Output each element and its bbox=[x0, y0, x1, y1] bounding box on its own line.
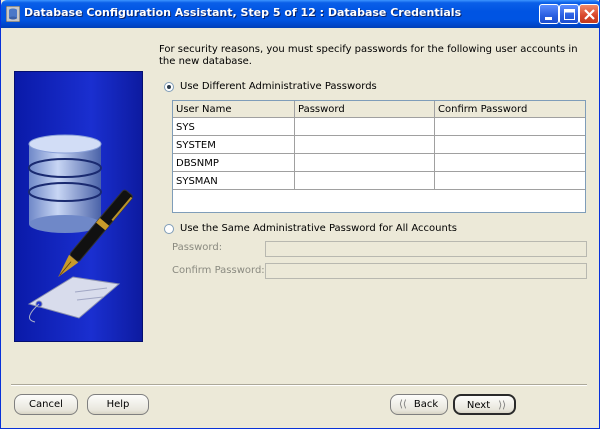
next-button[interactable]: Next ⟩⟩ bbox=[453, 394, 516, 415]
user-password-grid: User Name Password Confirm Password SYS … bbox=[172, 100, 586, 213]
help-button-label: Help bbox=[106, 399, 130, 410]
cell-user-name: SYSTEM bbox=[173, 136, 295, 153]
window-title: Database Configuration Assistant, Step 5… bbox=[24, 6, 462, 19]
confirm-password-label: Confirm Password: bbox=[172, 265, 265, 276]
radio-button-selected[interactable] bbox=[164, 81, 174, 92]
column-header-confirm-password[interactable]: Confirm Password bbox=[435, 101, 585, 117]
close-button[interactable] bbox=[579, 4, 599, 24]
cell-user-name: DBSNMP bbox=[173, 154, 295, 171]
title-bar[interactable]: Database Configuration Assistant, Step 5… bbox=[1, 0, 600, 28]
confirm-password-cell[interactable] bbox=[435, 154, 585, 171]
cell-user-name: SYSMAN bbox=[173, 172, 295, 189]
dialog-content: For security reasons, you must specify p… bbox=[1, 28, 599, 428]
password-cell[interactable] bbox=[295, 136, 435, 153]
column-header-password[interactable]: Password bbox=[295, 101, 435, 117]
confirm-password-cell[interactable] bbox=[435, 172, 585, 189]
password-field[interactable] bbox=[265, 241, 587, 257]
column-header-user-name[interactable]: User Name bbox=[173, 101, 295, 117]
confirm-password-cell[interactable] bbox=[435, 118, 585, 135]
table-row: DBSNMP bbox=[173, 154, 585, 172]
chevron-right-icon: ⟩⟩ bbox=[498, 400, 506, 411]
database-app-icon bbox=[6, 6, 20, 22]
cell-user-name: SYS bbox=[173, 118, 295, 135]
password-cell[interactable] bbox=[295, 154, 435, 171]
help-button[interactable]: Help bbox=[87, 394, 149, 415]
cancel-button[interactable]: Cancel bbox=[14, 394, 78, 415]
dialog-window: Database Configuration Assistant, Step 5… bbox=[0, 0, 600, 429]
database-pen-illustration bbox=[27, 134, 133, 323]
minimize-button[interactable] bbox=[539, 4, 559, 24]
next-button-label: Next bbox=[466, 400, 491, 411]
radio-different-passwords[interactable]: Use Different Administrative Passwords bbox=[164, 81, 377, 92]
radio-button-unselected[interactable] bbox=[164, 223, 174, 234]
maximize-button[interactable] bbox=[559, 4, 579, 24]
confirm-password-field[interactable] bbox=[265, 263, 587, 279]
back-button[interactable]: ⟨⟨ Back bbox=[390, 394, 448, 415]
table-row: SYSMAN bbox=[173, 172, 585, 190]
minimize-icon bbox=[545, 17, 552, 20]
table-row: SYSTEM bbox=[173, 136, 585, 154]
cancel-button-label: Cancel bbox=[29, 399, 63, 410]
confirm-password-cell[interactable] bbox=[435, 136, 585, 153]
grid-header: User Name Password Confirm Password bbox=[173, 101, 585, 118]
close-icon bbox=[584, 9, 595, 20]
intro-text: For security reasons, you must specify p… bbox=[159, 44, 578, 67]
maximize-icon bbox=[564, 9, 575, 20]
footer-separator bbox=[11, 384, 587, 386]
password-label: Password: bbox=[172, 242, 223, 253]
password-cell[interactable] bbox=[295, 172, 435, 189]
table-row: SYS bbox=[173, 118, 585, 136]
password-cell[interactable] bbox=[295, 118, 435, 135]
chevron-left-icon: ⟨⟨ bbox=[399, 399, 407, 410]
radio-different-label: Use Different Administrative Passwords bbox=[180, 81, 377, 92]
radio-same-label: Use the Same Administrative Password for… bbox=[180, 223, 457, 234]
radio-same-password[interactable]: Use the Same Administrative Password for… bbox=[164, 223, 457, 234]
side-illustration bbox=[14, 71, 143, 342]
